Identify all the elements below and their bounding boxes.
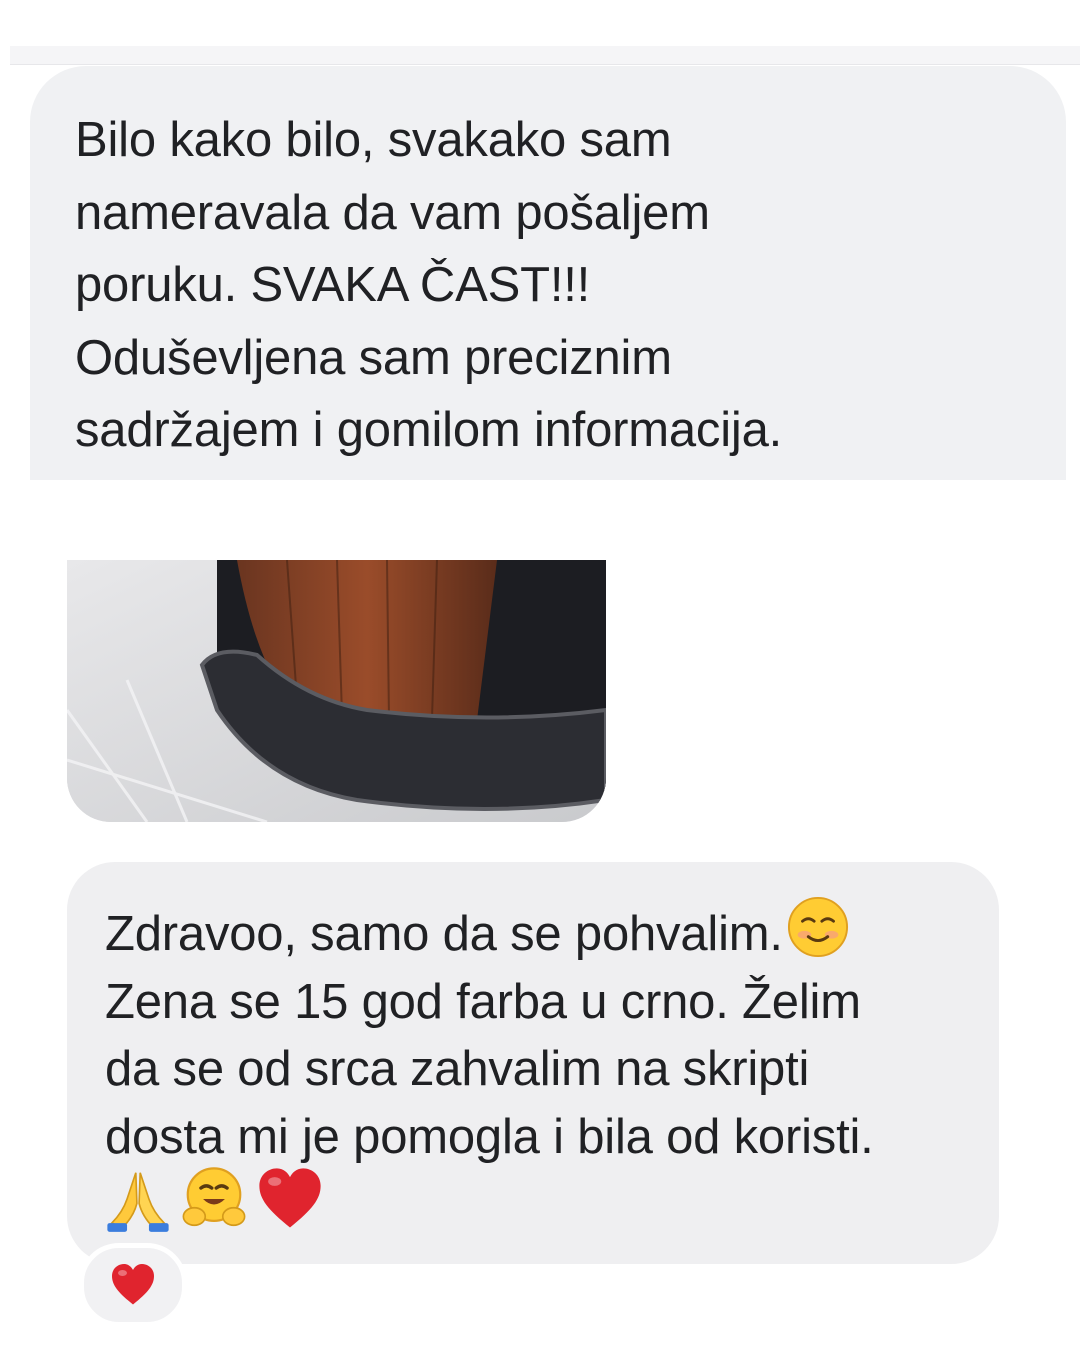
- message-line: nameravala da vam pošaljem: [75, 185, 710, 240]
- message-line: Bilo kako bilo, svakako sam: [75, 113, 672, 167]
- message-line-text: Zdravoo, samo da se pohvalim.: [105, 907, 783, 961]
- top-divider: [10, 46, 1080, 65]
- hair-photo-image: [67, 560, 606, 822]
- message-text: Zdravoo, samo da se pohvalim. Zena se 15…: [105, 896, 985, 1171]
- message-line: Zena se 15 god farba u crno. Želim: [105, 974, 861, 1029]
- folded-hands-icon: [107, 1172, 169, 1232]
- message-bubble[interactable]: Zdravoo, samo da se pohvalim. Zena se 15…: [67, 862, 999, 1264]
- red-heart-icon: [112, 1264, 154, 1305]
- message-line: dosta mi je pomogla i bila od koristi.: [105, 1109, 874, 1164]
- message-line: Oduševljena sam preciznim: [75, 330, 672, 385]
- reaction-badge[interactable]: [79, 1243, 187, 1327]
- message-bubble[interactable]: Bilo kako bilo, svakako sam nameravala d…: [30, 66, 1066, 480]
- red-heart-icon: [259, 1168, 321, 1228]
- message-line: sadržajem i gomilom informacija.: [75, 403, 783, 457]
- hugging-face-icon: [182, 1167, 246, 1227]
- message-line: poruku. SVAKA ČAST!!!: [75, 258, 591, 312]
- message-text: Bilo kako bilo, svakako sam nameravala d…: [75, 104, 1035, 467]
- emoji-row: [103, 1164, 325, 1234]
- smiling-face-icon: [787, 896, 848, 958]
- message-line: Zdravoo, samo da se pohvalim.: [105, 896, 985, 969]
- photo-attachment[interactable]: [67, 560, 606, 822]
- message-line: da se od srca zahvalim na skripti: [105, 1042, 810, 1096]
